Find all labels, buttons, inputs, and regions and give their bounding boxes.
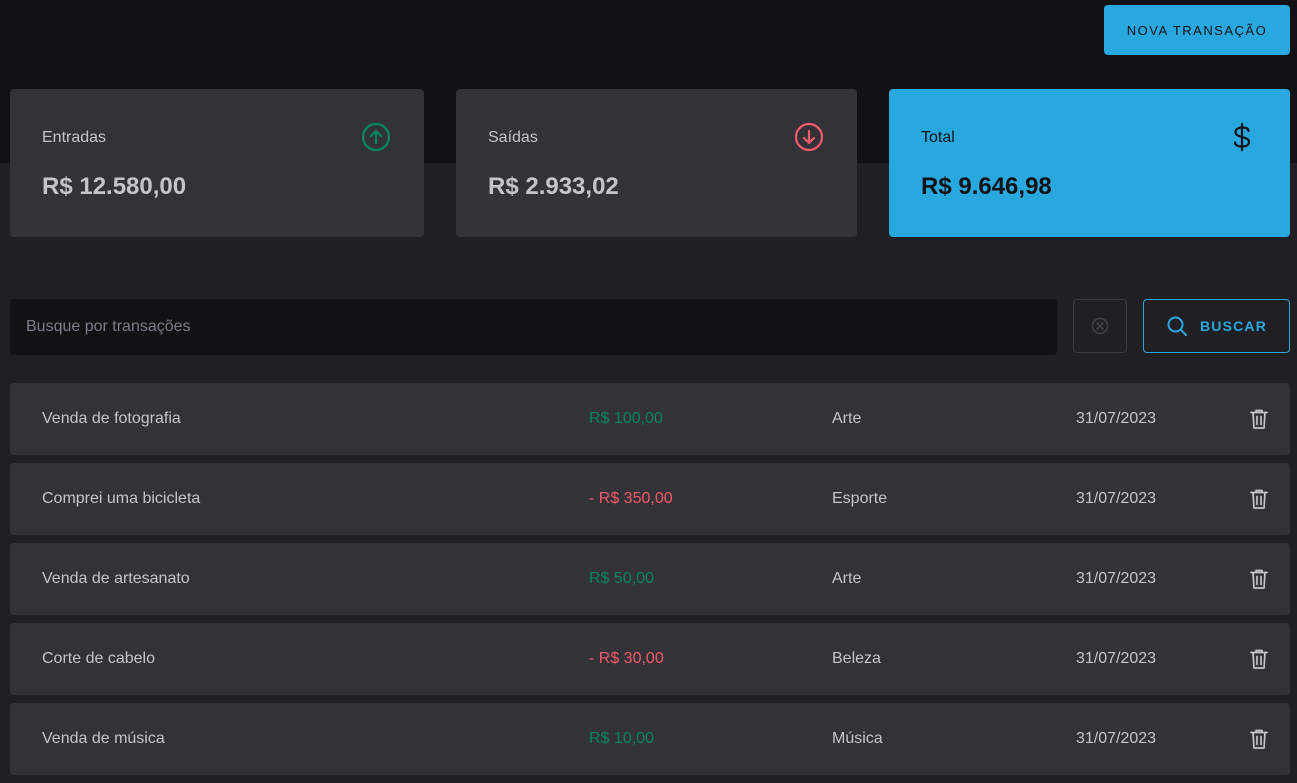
transaction-date: 31/07/2023 — [1076, 570, 1157, 587]
trash-icon — [1250, 409, 1268, 429]
outcome-summary-card: Saídas R$ 2.933,02 — [456, 89, 857, 237]
total-summary-card: Total R$ 9.646,98 — [889, 89, 1290, 237]
table-row: Corte de cabelo - R$ 30,00 Beleza 31/07/… — [10, 623, 1290, 695]
arrow-circle-down-icon — [794, 122, 824, 152]
transaction-description: Venda de música — [42, 730, 165, 747]
transaction-price: - R$ 30,00 — [589, 650, 664, 667]
search-icon — [1167, 316, 1187, 336]
transaction-category: Música — [832, 730, 883, 747]
transaction-description: Venda de artesanato — [42, 570, 190, 587]
transaction-description: Venda de fotografia — [42, 410, 181, 427]
trash-icon — [1250, 489, 1268, 509]
transaction-price: - R$ 350,00 — [589, 490, 673, 507]
table-row: Venda de música R$ 10,00 Música 31/07/20… — [10, 703, 1290, 775]
transaction-date: 31/07/2023 — [1076, 490, 1157, 507]
dollar-icon — [1233, 122, 1251, 152]
income-summary-card: Entradas R$ 12.580,00 — [10, 89, 424, 237]
delete-transaction-button[interactable] — [1249, 648, 1269, 670]
transaction-price: R$ 100,00 — [589, 410, 663, 427]
income-label: Entradas — [42, 129, 107, 146]
arrow-circle-up-icon — [361, 122, 391, 152]
delete-transaction-button[interactable] — [1249, 568, 1269, 590]
clear-circle-icon — [1091, 317, 1109, 335]
transaction-price: R$ 50,00 — [589, 570, 654, 587]
transaction-price: R$ 10,00 — [589, 730, 654, 747]
table-row: Venda de fotografia R$ 100,00 Arte 31/07… — [10, 383, 1290, 455]
outcome-label: Saídas — [488, 129, 538, 146]
income-value: R$ 12.580,00 — [42, 173, 187, 200]
transaction-description: Comprei uma bicicleta — [42, 490, 201, 507]
trash-icon — [1250, 729, 1268, 749]
search-button[interactable]: BUSCAR — [1143, 299, 1290, 353]
table-row: Comprei uma bicicleta - R$ 350,00 Esport… — [10, 463, 1290, 535]
transaction-date: 31/07/2023 — [1076, 650, 1157, 667]
total-label: Total — [921, 129, 955, 146]
table-row: Venda de artesanato R$ 50,00 Arte 31/07/… — [10, 543, 1290, 615]
transactions-table: Venda de fotografia R$ 100,00 Arte 31/07… — [10, 383, 1290, 783]
search-input[interactable] — [10, 299, 1057, 355]
delete-transaction-button[interactable] — [1249, 728, 1269, 750]
search-button-label: BUSCAR — [1199, 318, 1268, 334]
transaction-category: Esporte — [832, 490, 888, 507]
trash-icon — [1250, 649, 1268, 669]
total-value: R$ 9.646,98 — [921, 173, 1052, 200]
transaction-date: 31/07/2023 — [1076, 410, 1157, 427]
new-transaction-button[interactable]: NOVA TRANSAÇÃO — [1104, 5, 1290, 55]
transaction-date: 31/07/2023 — [1076, 730, 1157, 747]
transaction-category: Arte — [832, 410, 862, 427]
transaction-category: Arte — [832, 570, 862, 587]
outcome-value: R$ 2.933,02 — [488, 173, 619, 200]
transaction-category: Beleza — [832, 650, 881, 667]
clear-search-button[interactable] — [1073, 299, 1127, 353]
trash-icon — [1250, 569, 1268, 589]
transaction-description: Corte de cabelo — [42, 650, 155, 667]
delete-transaction-button[interactable] — [1249, 488, 1269, 510]
delete-transaction-button[interactable] — [1249, 408, 1269, 430]
